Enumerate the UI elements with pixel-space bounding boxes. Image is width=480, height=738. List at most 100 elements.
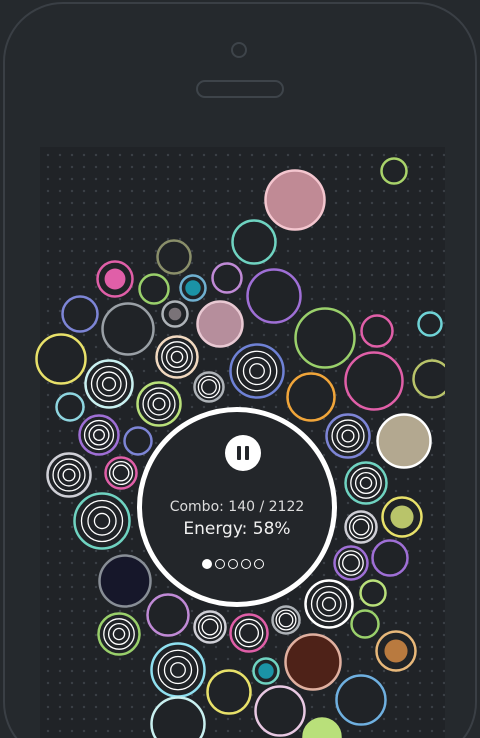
page-dot-3[interactable] (228, 559, 238, 569)
bubble[interactable] (412, 359, 451, 399)
bubble-outline (254, 685, 306, 737)
bubble[interactable] (150, 642, 206, 698)
bubble-outline (156, 239, 192, 275)
bubble[interactable] (196, 300, 244, 348)
bubble[interactable] (35, 333, 87, 385)
bubble[interactable] (381, 496, 423, 538)
hud-circle: Combo: 140 / 2122 Energy: 58% (137, 407, 337, 607)
bubble[interactable] (146, 593, 190, 637)
bubble[interactable] (73, 492, 131, 550)
bubble-outline (98, 554, 152, 608)
bubble-outline (78, 414, 120, 456)
bubble-outline (229, 343, 285, 399)
bubble-outline (284, 633, 342, 691)
bubble[interactable] (97, 612, 141, 656)
bubble[interactable] (138, 273, 170, 305)
bubble[interactable] (179, 274, 207, 302)
bubble-core (384, 639, 408, 663)
bubble[interactable] (359, 579, 387, 607)
bubble[interactable] (61, 295, 99, 333)
bubble[interactable] (271, 605, 301, 635)
bubble[interactable] (376, 413, 432, 469)
bubble-outline (371, 539, 409, 577)
bubble[interactable] (286, 372, 336, 422)
bubble[interactable] (229, 343, 285, 399)
bubble[interactable] (344, 510, 378, 544)
bubble-outline (325, 413, 371, 459)
bubble[interactable] (193, 610, 227, 644)
bubble[interactable] (161, 300, 189, 328)
bubble[interactable] (325, 413, 371, 459)
bubble-core (168, 307, 182, 321)
bubble[interactable] (84, 359, 134, 409)
bubble-outline (380, 157, 408, 185)
bubble-outline (376, 413, 432, 469)
bubble[interactable] (284, 633, 342, 691)
bubble[interactable] (371, 539, 409, 577)
bubble-outline (206, 669, 252, 715)
bubble[interactable] (335, 674, 387, 726)
bubble-outline (211, 262, 243, 294)
bubble-outline (84, 359, 134, 409)
bubble[interactable] (375, 630, 417, 672)
bubble[interactable] (294, 307, 356, 369)
bubble[interactable] (136, 381, 182, 427)
pause-icon (237, 446, 241, 460)
bubble[interactable] (304, 579, 354, 629)
bubble[interactable] (264, 169, 326, 231)
bubble[interactable] (344, 461, 388, 505)
bubble-core (390, 505, 414, 529)
bubble[interactable] (211, 262, 243, 294)
bubble[interactable] (360, 314, 394, 348)
bubble[interactable] (254, 685, 306, 737)
bubble[interactable] (417, 311, 443, 337)
bubble[interactable] (104, 456, 138, 490)
bubble[interactable] (246, 268, 302, 324)
bubble-core (185, 280, 201, 296)
bubble[interactable] (350, 609, 380, 639)
bubble-outline (35, 333, 87, 385)
bubble-outline (150, 696, 206, 738)
bubble[interactable] (123, 426, 153, 456)
phone-frame: Combo: 140 / 2122 Energy: 58% (0, 0, 480, 738)
bubble[interactable] (229, 613, 269, 653)
bubble[interactable] (380, 157, 408, 185)
bubble-outline (155, 335, 199, 379)
page-indicator (202, 559, 264, 569)
page-dot-1[interactable] (202, 559, 212, 569)
bubble[interactable] (231, 219, 277, 265)
bubble[interactable] (302, 717, 342, 738)
bubble[interactable] (156, 239, 192, 275)
pause-button[interactable] (225, 435, 261, 471)
bubble[interactable] (101, 302, 155, 356)
bubble[interactable] (98, 554, 152, 608)
bubble-outline (150, 642, 206, 698)
bubble-outline (196, 300, 244, 348)
bubble-outline (246, 268, 302, 324)
bubble-outline (304, 579, 354, 629)
bubble-field[interactable] (0, 0, 480, 738)
bubble-core (104, 268, 126, 290)
bubble[interactable] (155, 335, 199, 379)
bubble-outline (264, 169, 326, 231)
bubble[interactable] (46, 452, 92, 498)
bubble[interactable] (344, 351, 404, 411)
bubble[interactable] (193, 371, 225, 403)
bubble-outline (286, 372, 336, 422)
bubble[interactable] (150, 696, 206, 738)
bubble-outline (417, 311, 443, 337)
bubble-outline (302, 717, 342, 738)
bubble[interactable] (55, 392, 85, 422)
bubble[interactable] (96, 260, 134, 298)
bubble-outline (335, 674, 387, 726)
bubble[interactable] (333, 545, 369, 581)
bubble[interactable] (78, 414, 120, 456)
bubble-core (258, 663, 274, 679)
bubble[interactable] (206, 669, 252, 715)
bubble[interactable] (252, 657, 280, 685)
bubble-outline (350, 609, 380, 639)
page-dot-2[interactable] (215, 559, 225, 569)
page-dot-5[interactable] (254, 559, 264, 569)
page-dot-4[interactable] (241, 559, 251, 569)
bubble-outline (55, 392, 85, 422)
